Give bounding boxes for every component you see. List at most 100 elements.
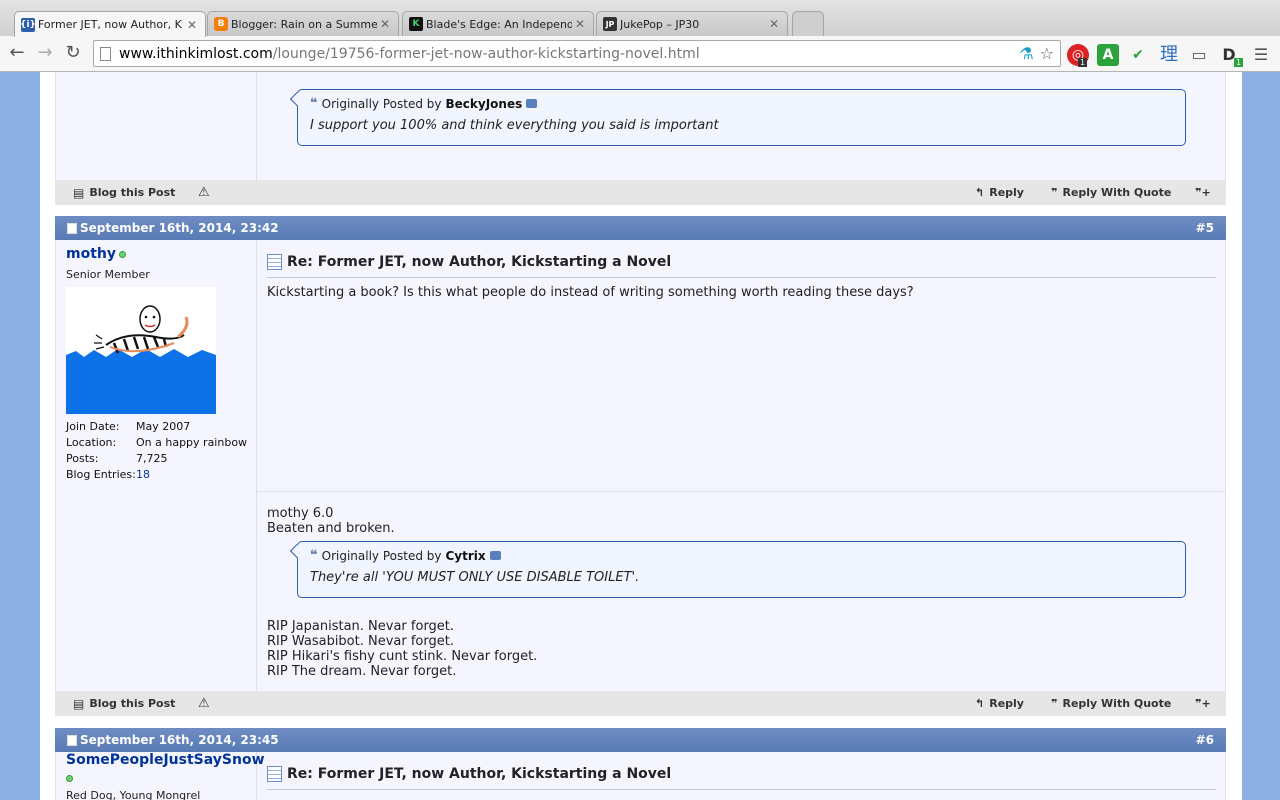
reply-with-quote-button[interactable]: ❞ Reply With Quote: [1051, 691, 1171, 716]
multiquote-icon: ❞+: [1195, 697, 1211, 710]
extension-badge: 1: [1234, 58, 1244, 67]
blog-this-post-button[interactable]: ▤ Blog this Post: [73, 691, 175, 716]
multi-quote-button[interactable]: ❞+: [1195, 691, 1211, 716]
address-bar[interactable]: www.ithinkimlost.com/lounge/19756-former…: [93, 40, 1061, 67]
multiquote-icon: ❞+: [1195, 186, 1211, 199]
warning-icon: ⚠: [198, 696, 210, 711]
user-avatar[interactable]: [66, 287, 216, 414]
user-rank: Senior Member: [66, 268, 150, 281]
browser-toolbar: ← → ↻ www.ithinkimlost.com/lounge/19756-…: [0, 36, 1280, 72]
kanji-extension-icon[interactable]: 理: [1158, 44, 1180, 66]
quote-text: I support you 100% and think everything …: [310, 118, 719, 133]
quote-text: They're all 'YOU MUST ONLY USE DISABLE T…: [310, 570, 640, 585]
quote-mark-icon: ❝: [310, 96, 318, 111]
post-title-icon: [267, 254, 282, 270]
blog-entries-label: Blog Entries:: [66, 468, 136, 481]
report-post-button[interactable]: ⚠: [198, 180, 210, 205]
user-rank: Red Dog, Young Mongrel: [66, 789, 201, 800]
page-viewport: ❝ Originally Posted by BeckyJones I supp…: [0, 72, 1280, 800]
tab-title: Blogger: Rain on a Summe: [231, 17, 377, 31]
kickstarter-favicon-icon: K: [409, 17, 423, 31]
close-tab-icon[interactable]: ✕: [575, 17, 587, 31]
post-4-tail: ❝ Originally Posted by BeckyJones I supp…: [55, 72, 1226, 180]
view-post-icon[interactable]: [489, 551, 501, 560]
tab-title: Former JET, now Author, K: [38, 18, 182, 31]
spellcheck-extension-icon[interactable]: ✔: [1127, 44, 1149, 66]
blog-entries-link[interactable]: 18: [136, 468, 150, 484]
close-tab-icon[interactable]: ✕: [187, 18, 199, 32]
reply-button[interactable]: ↰ Reply: [975, 691, 1024, 716]
post-number-link[interactable]: #5: [1196, 221, 1214, 235]
posts-value: 7,725: [136, 452, 168, 465]
multi-quote-button[interactable]: ❞+: [1195, 180, 1211, 205]
reload-icon[interactable]: ↻: [62, 42, 84, 64]
signature-text: mothy 6.0 Beaten and broken.: [267, 506, 395, 536]
post-5-footer: ▤ Blog this Post ⚠ ↰ Reply ❞ Reply With …: [55, 691, 1226, 716]
blog-icon: ▤: [73, 185, 85, 200]
browser-tab-strip: {i} Former JET, now Author, K ✕ B Blogge…: [0, 0, 1280, 37]
tab-blades-edge[interactable]: K Blade's Edge: An Independ ✕: [402, 11, 594, 36]
quote-header: ❝ Originally Posted by Cytrix: [310, 548, 501, 563]
posts-label: Posts:: [66, 452, 99, 465]
signature-quote-box: ❝ Originally Posted by Cytrix They're al…: [289, 541, 1186, 598]
forward-arrow-icon[interactable]: →: [34, 42, 56, 64]
page-right-margin: [1242, 72, 1280, 800]
post-number-link[interactable]: #6: [1196, 733, 1214, 747]
blogger-favicon-icon: B: [214, 17, 228, 31]
quote-author: Cytrix: [445, 548, 486, 563]
quote-author: BeckyJones: [445, 96, 523, 111]
post-icon: [67, 222, 77, 234]
back-arrow-icon[interactable]: ←: [6, 42, 28, 64]
report-post-button[interactable]: ⚠: [198, 691, 210, 716]
online-status-icon: [66, 775, 73, 782]
post-5-header: September 16th, 2014, 23:42 #5: [55, 216, 1226, 240]
menu-icon[interactable]: ☰: [1250, 44, 1272, 66]
post-title: Re: Former JET, now Author, Kickstarting…: [267, 254, 671, 270]
tab-blogger[interactable]: B Blogger: Rain on a Summe ✕: [207, 11, 399, 36]
reply-arrow-icon: ↰: [975, 697, 985, 710]
site-favicon-icon: {i}: [20, 17, 36, 32]
username-link[interactable]: mothy: [66, 246, 116, 262]
close-tab-icon[interactable]: ✕: [380, 17, 392, 31]
reply-with-quote-button[interactable]: ❞ Reply With Quote: [1051, 180, 1171, 205]
join-date-value: May 2007: [136, 420, 191, 433]
quote-box: ❝ Originally Posted by BeckyJones I supp…: [289, 89, 1186, 146]
signature-rip-lines: RIP Japanistan. Nevar forget. RIP Wasabi…: [267, 619, 538, 679]
post-6-header: September 16th, 2014, 23:45 #6: [55, 728, 1226, 752]
view-post-icon[interactable]: [526, 99, 538, 108]
quote-prefix: Originally Posted by: [321, 548, 442, 563]
reply-button[interactable]: ↰ Reply: [975, 180, 1024, 205]
blog-this-post-button[interactable]: ▤ Blog this Post: [73, 180, 175, 205]
location-label: Location:: [66, 436, 117, 449]
user-stats: Join Date: May 2007 Location: On a happy r…: [66, 420, 247, 484]
quote-bubble-icon: ❞: [1051, 697, 1058, 710]
post-title: Re: Former JET, now Author, Kickstarting…: [267, 766, 671, 782]
post-date: September 16th, 2014, 23:42: [80, 221, 279, 235]
quote-mark-icon: ❝: [310, 548, 318, 563]
post-title-icon: [267, 766, 282, 782]
extension-badge: 1: [1078, 58, 1088, 67]
post-5: mothy Senior Member Join Date: May 2007 …: [55, 240, 1226, 691]
tab-title: JukePop – JP30: [620, 17, 700, 31]
join-date-label: Join Date:: [66, 420, 120, 433]
quote-bubble-icon: ❞: [1051, 186, 1058, 199]
new-tab-button[interactable]: [792, 11, 824, 36]
reply-arrow-icon: ↰: [975, 186, 985, 199]
post-4-footer: ▤ Blog this Post ⚠ ↰ Reply ❞ Reply With …: [55, 180, 1226, 205]
tab-former-jet[interactable]: {i} Former JET, now Author, K ✕: [14, 11, 206, 37]
forum-content: ❝ Originally Posted by BeckyJones I supp…: [40, 72, 1242, 800]
post-icon: [67, 734, 77, 746]
online-status-icon: [119, 251, 126, 258]
text-extension-icon[interactable]: A: [1097, 44, 1119, 66]
cast-icon[interactable]: ▭: [1188, 44, 1210, 66]
close-tab-icon[interactable]: ✕: [769, 17, 781, 31]
username-link[interactable]: SomePeopleJustSaySnow: [66, 752, 265, 768]
post-6: SomePeopleJustSaySnow Red Dog, Young Mon…: [55, 752, 1226, 800]
jukepop-favicon-icon: JP: [603, 17, 617, 31]
location-value: On a happy rainbow: [136, 436, 248, 449]
tab-jukepop[interactable]: JP JukePop – JP30 ✕: [596, 11, 788, 36]
translate-icon[interactable]: ⚗: [1019, 44, 1033, 63]
blog-icon: ▤: [73, 696, 85, 711]
bookmark-star-icon[interactable]: ☆: [1040, 44, 1054, 63]
quote-prefix: Originally Posted by: [321, 96, 442, 111]
